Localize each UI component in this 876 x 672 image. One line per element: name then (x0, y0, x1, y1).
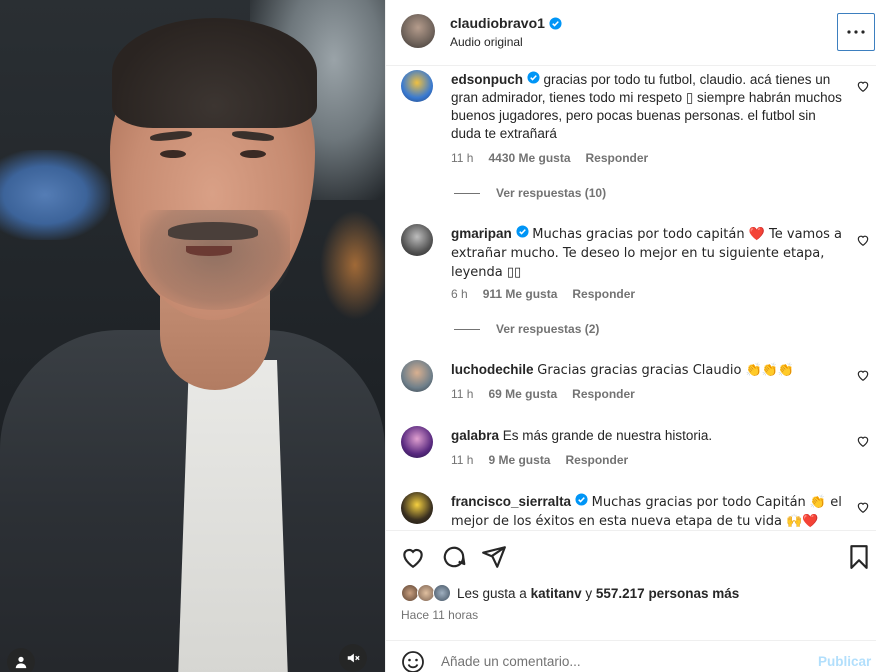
likes-summary[interactable]: Les gusta a katitanv y 557.217 personas … (401, 584, 739, 602)
commenter-username[interactable]: galabra (451, 428, 499, 443)
replies-divider (454, 192, 480, 194)
replies-divider (454, 328, 480, 330)
post-header: claudiobravo1 Audio original (386, 0, 876, 66)
like-comment-heart-icon[interactable] (856, 500, 870, 514)
likes-prefix: Les gusta a (457, 585, 527, 601)
background-blue-object (0, 150, 110, 240)
comments-list[interactable]: edsonpuch gracias por todo tu futbol, cl… (386, 67, 876, 529)
comment-time[interactable]: 11 h (451, 453, 473, 467)
comment-meta: 6 h 911 Me gusta Responder (451, 287, 635, 301)
like-comment-heart-icon[interactable] (856, 233, 870, 247)
reply-button[interactable]: Responder (572, 287, 635, 301)
background-orange-glow (320, 210, 385, 320)
author-username-row: claudiobravo1 (450, 15, 562, 31)
view-replies-label: Ver respuestas (10) (496, 186, 607, 200)
comment-text-block: galabra Es más grande de nuestra histori… (451, 427, 846, 445)
comment-meta: 11 h 9 Me gusta Responder (451, 453, 628, 467)
like-comment-heart-icon[interactable] (856, 434, 870, 448)
comment-likes[interactable]: 9 Me gusta (488, 453, 550, 467)
commenter-username[interactable]: francisco_sierralta (451, 494, 571, 509)
more-options-button[interactable] (837, 13, 875, 51)
commenter-username[interactable]: edsonpuch (451, 72, 523, 87)
commenter-avatar[interactable] (401, 224, 433, 256)
tagged-users-button[interactable] (7, 648, 35, 672)
likes-count[interactable]: 557.217 personas más (596, 586, 739, 601)
commenter-avatar[interactable] (401, 360, 433, 392)
comment-meta: 11 h 69 Me gusta Responder (451, 387, 635, 401)
post-time[interactable]: Hace 11 horas (401, 608, 478, 622)
likes-user[interactable]: katitanv (531, 586, 582, 601)
add-comment-bar: Añade un comentario... Publicar (386, 640, 876, 672)
person-hair (112, 18, 317, 128)
view-replies-button[interactable]: Ver respuestas (10) (454, 186, 606, 200)
like-heart-icon[interactable] (400, 544, 426, 570)
view-replies-button[interactable]: Ver respuestas (2) (454, 322, 599, 336)
comment-text-block: gmaripan Muchas gracias por todo capitán… (451, 225, 846, 282)
emoji-icon[interactable] (401, 650, 425, 672)
more-horizontal-icon (847, 30, 865, 34)
liker-avatars (401, 584, 453, 602)
comment-time[interactable]: 11 h (451, 151, 473, 165)
reply-button[interactable]: Responder (572, 387, 635, 401)
speaker-muted-icon (347, 653, 360, 663)
commenter-username[interactable]: gmaripan (451, 226, 512, 241)
like-comment-heart-icon[interactable] (856, 79, 870, 93)
comment-meta: 11 h 4430 Me gusta Responder (451, 151, 648, 165)
comment-time[interactable]: 6 h (451, 287, 468, 301)
comment-time[interactable]: 11 h (451, 387, 473, 401)
verified-badge-icon (575, 493, 588, 506)
commenter-avatar[interactable] (401, 492, 433, 524)
verified-badge-icon (549, 16, 562, 30)
person-mouth (186, 246, 232, 256)
person-eye (240, 150, 266, 158)
comment-body: Es más grande de nuestra historia. (502, 428, 713, 443)
share-paper-plane-icon[interactable] (481, 544, 507, 570)
verified-badge-icon (527, 71, 540, 84)
comment-text-block: luchodechile Gracias gracias gracias Cla… (451, 361, 846, 380)
mute-button[interactable] (339, 644, 367, 672)
commenter-username[interactable]: luchodechile (451, 362, 534, 377)
person-moustache (168, 222, 258, 240)
post-media[interactable] (0, 0, 385, 672)
post-actions-bar (386, 530, 876, 580)
save-bookmark-icon[interactable] (846, 544, 872, 570)
comment-text-block: francisco_sierralta Muchas gracias por t… (451, 493, 846, 529)
reply-button[interactable]: Responder (565, 453, 628, 467)
commenter-avatar[interactable] (401, 426, 433, 458)
comment-likes[interactable]: 911 Me gusta (483, 287, 558, 301)
commenter-avatar[interactable] (401, 70, 433, 102)
comment-input[interactable]: Añade un comentario... (441, 654, 581, 669)
person-eye (160, 150, 186, 158)
comment-likes[interactable]: 4430 Me gusta (488, 151, 570, 165)
comment-body: Gracias gracias gracias Claudio 👏👏👏 (537, 363, 795, 378)
liker-avatar (433, 584, 451, 602)
user-icon (15, 656, 27, 669)
reply-button[interactable]: Responder (586, 151, 649, 165)
verified-badge-icon (515, 225, 529, 238)
person-tshirt (178, 360, 288, 672)
audio-label[interactable]: Audio original (450, 35, 523, 49)
author-avatar[interactable] (401, 14, 435, 48)
comment-bubble-icon[interactable] (441, 544, 467, 570)
comment-text-block: edsonpuch gracias por todo tu futbol, cl… (451, 71, 846, 143)
post-comment-button[interactable]: Publicar (818, 654, 871, 669)
author-username[interactable]: claudiobravo1 (450, 15, 545, 31)
comment-likes[interactable]: 69 Me gusta (488, 387, 557, 401)
post-panel: claudiobravo1 Audio original edsonpuch g… (385, 0, 876, 672)
likes-connector: y (585, 585, 593, 601)
like-comment-heart-icon[interactable] (856, 368, 870, 382)
view-replies-label: Ver respuestas (2) (496, 322, 600, 336)
